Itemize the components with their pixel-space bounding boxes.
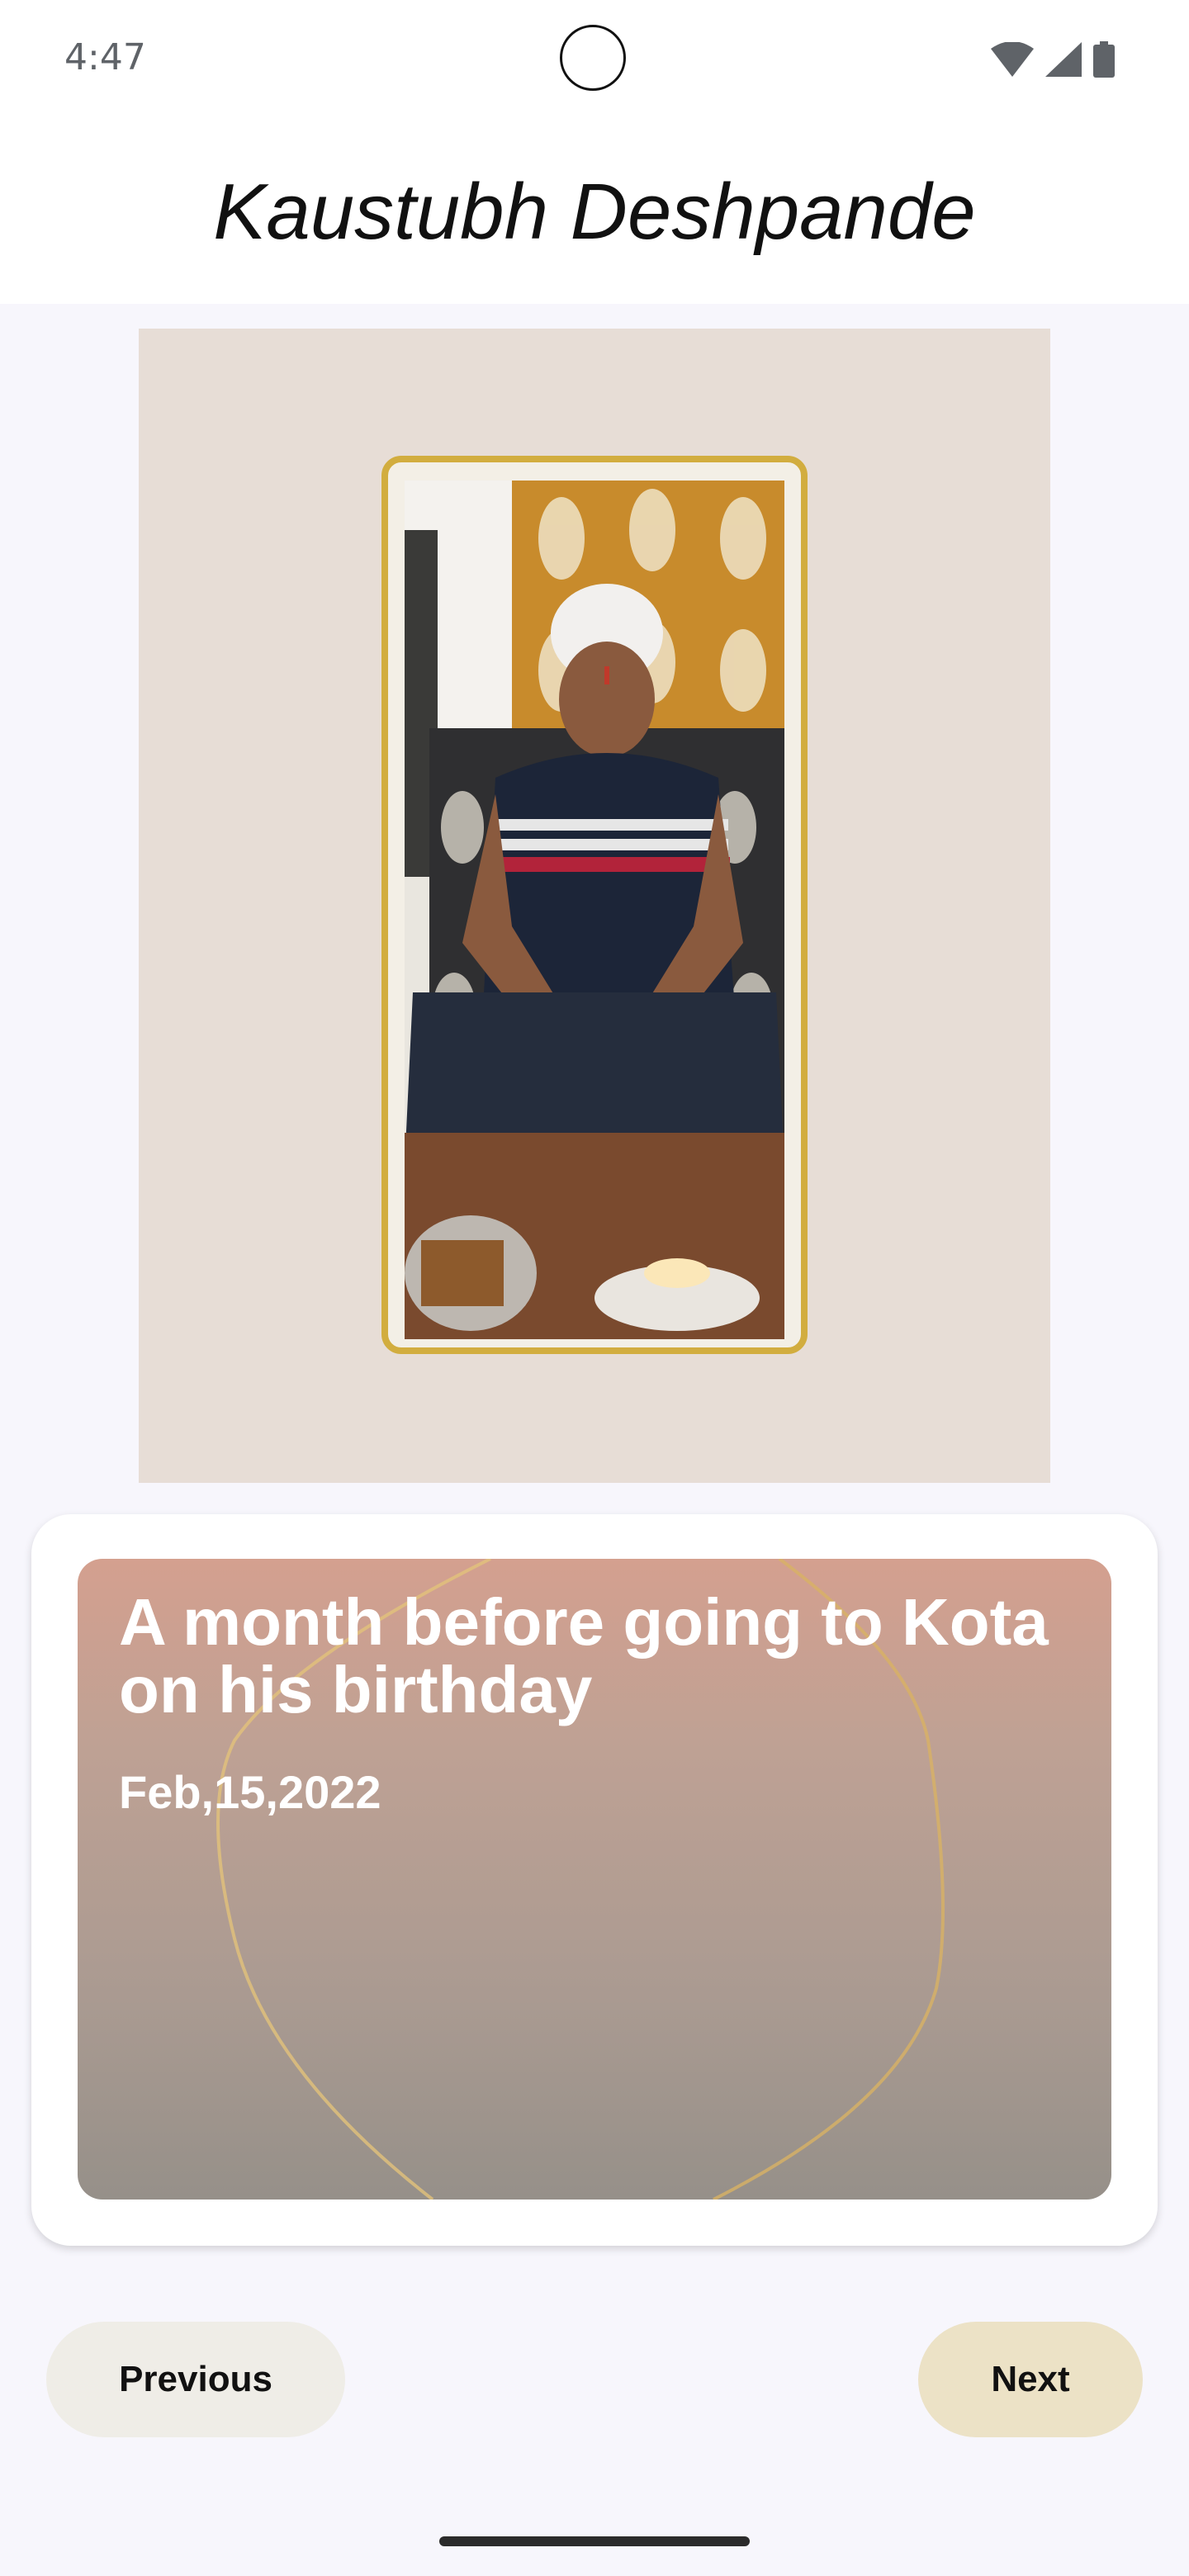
caption-card: A month before going to Kota on his birt… [31,1514,1158,2246]
memory-photo [405,481,784,1339]
signal-icon [1045,42,1082,77]
caption-title: A month before going to Kota on his birt… [119,1585,1049,1726]
caption-date: Feb,15,2022 [119,1766,381,1818]
next-button[interactable]: Next [918,2322,1143,2437]
battery-icon [1093,41,1115,78]
wifi-icon [991,42,1034,77]
previous-button[interactable]: Previous [46,2322,345,2437]
status-time: 4:47 [64,36,146,78]
photo-frame[interactable] [381,456,808,1354]
camera-cutout [560,25,626,91]
caption-panel: A month before going to Kota on his birt… [78,1559,1111,2200]
status-bar: 4:47 [0,0,1189,124]
page-title: Kaustubh Deshpande [213,168,976,256]
app-header: Kaustubh Deshpande [0,124,1189,304]
home-indicator[interactable] [439,2536,750,2546]
status-icons [991,41,1115,78]
